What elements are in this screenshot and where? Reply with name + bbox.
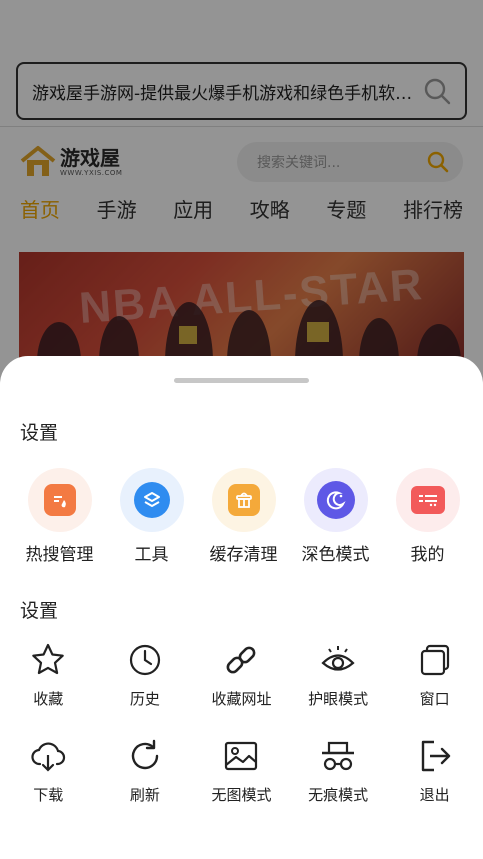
- quick-action-label: 缓存清理: [209, 545, 278, 565]
- quick-action-cache-clean[interactable]: 缓存清理: [198, 468, 289, 565]
- menu-label: 窗口: [419, 690, 450, 708]
- menu-bookmarked-urls[interactable]: 收藏网址: [193, 642, 290, 709]
- quick-action-label: 工具: [134, 545, 169, 565]
- quick-action-profile[interactable]: 我的: [382, 468, 473, 565]
- quick-action-hot-search[interactable]: 热搜管理: [14, 468, 105, 565]
- moon-icon: [303, 468, 368, 532]
- quick-action-label: 深色模式: [301, 545, 370, 565]
- menu-row-2: 下载 刷新 无图模式 无痕模式 退出: [0, 738, 483, 805]
- windows-icon: [420, 644, 449, 676]
- sheet-drag-handle[interactable]: [174, 378, 309, 383]
- settings-bottom-sheet: 设置 热搜管理 工具 缓存清理 深色模式 我的 设置 收藏 历史 收藏网址 护眼…: [0, 356, 483, 859]
- quick-action-label: 热搜管理: [25, 545, 94, 565]
- menu-eye-protection[interactable]: 护眼模式: [290, 642, 387, 709]
- clock-icon: [129, 644, 160, 676]
- exit-icon: [421, 740, 450, 772]
- section-title-settings-1: 设置: [20, 422, 59, 444]
- cloud-download-icon: [31, 742, 66, 772]
- menu-label: 无图模式: [211, 786, 272, 804]
- menu-label: 收藏网址: [211, 690, 272, 708]
- cache-clean-icon: [211, 468, 276, 532]
- menu-history[interactable]: 历史: [97, 642, 194, 709]
- quick-action-label: 我的: [410, 545, 445, 565]
- quick-action-dark-mode[interactable]: 深色模式: [290, 468, 381, 565]
- menu-exit[interactable]: 退出: [386, 738, 483, 805]
- star-icon: [32, 643, 65, 675]
- menu-label: 下载: [33, 786, 64, 804]
- profile-card-icon: [395, 468, 460, 532]
- menu-label: 刷新: [129, 786, 160, 804]
- menu-incognito-mode[interactable]: 无痕模式: [290, 738, 387, 805]
- eye-icon: [321, 646, 355, 671]
- menu-label: 无痕模式: [308, 786, 369, 804]
- menu-row-1: 收藏 历史 收藏网址 护眼模式 窗口: [0, 642, 483, 709]
- menu-label: 历史: [129, 690, 160, 708]
- menu-label: 退出: [419, 786, 450, 804]
- section-title-settings-2: 设置: [20, 600, 59, 622]
- image-icon: [225, 741, 258, 771]
- link-icon: [227, 646, 256, 674]
- menu-no-image-mode[interactable]: 无图模式: [193, 738, 290, 805]
- menu-windows[interactable]: 窗口: [386, 642, 483, 709]
- menu-label: 护眼模式: [308, 690, 369, 708]
- hot-search-icon: [27, 468, 92, 532]
- quick-actions-row: 热搜管理 工具 缓存清理 深色模式 我的: [0, 468, 483, 565]
- tools-layers-icon: [119, 468, 184, 532]
- menu-refresh[interactable]: 刷新: [97, 738, 194, 805]
- menu-downloads[interactable]: 下载: [0, 738, 97, 805]
- incognito-icon: [322, 741, 355, 771]
- menu-favorites[interactable]: 收藏: [0, 642, 97, 709]
- refresh-icon: [131, 739, 159, 770]
- quick-action-tools[interactable]: 工具: [106, 468, 197, 565]
- menu-label: 收藏: [33, 690, 64, 708]
